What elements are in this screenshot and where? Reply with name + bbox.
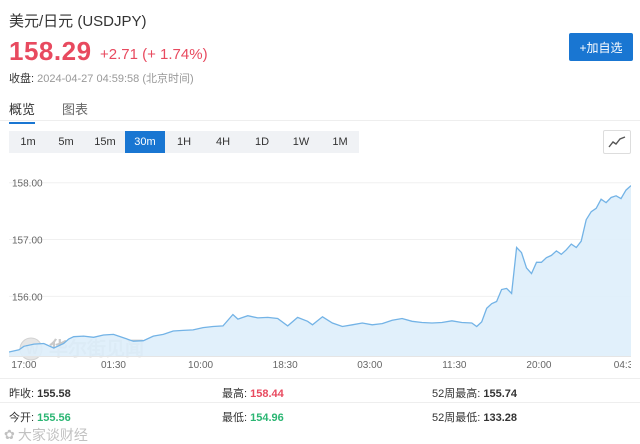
- stat-low: 最低: 154.96: [222, 412, 284, 424]
- interval-1mo[interactable]: 1M: [321, 131, 359, 153]
- interval-1m[interactable]: 1m: [9, 131, 47, 153]
- status-line: 收盘: 2024-04-27 04:59:58 (北京时间): [9, 70, 194, 86]
- status-label: 收盘:: [9, 73, 35, 85]
- x-tick-label: 03:00: [357, 360, 382, 371]
- interval-selector: 1m 5m 15m 30m 1H 4H 1D 1W 1M: [9, 131, 359, 153]
- x-tick-label: 11:30: [442, 360, 467, 371]
- price-chart-svg: W 华尔街见闻 158.00157.00156.00 17:0001:3010:…: [9, 179, 631, 371]
- line-chart-icon: [608, 136, 626, 148]
- x-tick-label: 10:00: [188, 360, 213, 371]
- interval-1w[interactable]: 1W: [281, 131, 321, 153]
- current-price: 158.29: [9, 36, 92, 66]
- interval-1d[interactable]: 1D: [243, 131, 281, 153]
- y-tick-label: 158.00: [12, 179, 43, 190]
- y-tick-label: 157.00: [12, 236, 43, 247]
- interval-5m[interactable]: 5m: [47, 131, 85, 153]
- stat-high: 最高: 158.44: [222, 388, 284, 400]
- x-tick-label: 04:3: [614, 360, 631, 371]
- tabs-divider: [0, 120, 640, 121]
- status-timestamp: 2024-04-27 04:59:58 (北京时间): [37, 73, 194, 85]
- interval-15m[interactable]: 15m: [85, 131, 125, 153]
- chart-type-button[interactable]: [603, 130, 631, 154]
- x-tick-label: 18:30: [273, 360, 298, 371]
- stat-52w-low: 52周最低: 133.28: [432, 412, 518, 424]
- stat-52w-high: 52周最高: 155.74: [432, 388, 518, 400]
- x-tick-label: 01:30: [101, 360, 126, 371]
- bottom-watermark: ✿ 大家谈财经: [4, 425, 88, 444]
- bottom-watermark-text: 大家谈财经: [17, 427, 88, 443]
- stat-open: 今开: 155.56: [9, 412, 71, 424]
- interval-4h[interactable]: 4H: [203, 131, 243, 153]
- paw-icon: ✿: [4, 427, 15, 442]
- instrument-title: 美元/日元 (USDJPY): [9, 13, 147, 30]
- stats-row-1: 昨收: 155.58 最高: 158.44 52周最高: 155.74: [0, 378, 640, 402]
- y-tick-label: 156.00: [12, 292, 43, 303]
- price-chart[interactable]: W 华尔街见闻 158.00157.00156.00 17:0001:3010:…: [9, 160, 631, 372]
- price-area-fill: [9, 185, 631, 356]
- stats-row-2: 今开: 155.56 最低: 154.96 52周最低: 133.28: [0, 402, 640, 426]
- x-tick-label: 20:00: [526, 360, 551, 371]
- y-axis-ticks: 158.00 157.00 156.00: [12, 179, 43, 304]
- interval-30m[interactable]: 30m: [125, 131, 165, 153]
- interval-1h[interactable]: 1H: [165, 131, 203, 153]
- x-tick-label: 17:00: [11, 360, 36, 371]
- add-to-watchlist-button[interactable]: +加自选: [569, 33, 633, 61]
- stat-prev-close: 昨收: 155.58: [9, 388, 71, 400]
- stats-panel: 昨收: 155.58 最高: 158.44 52周最高: 155.74 今开: …: [0, 378, 640, 426]
- price-change: +2.71 (+ 1.74%): [100, 46, 208, 63]
